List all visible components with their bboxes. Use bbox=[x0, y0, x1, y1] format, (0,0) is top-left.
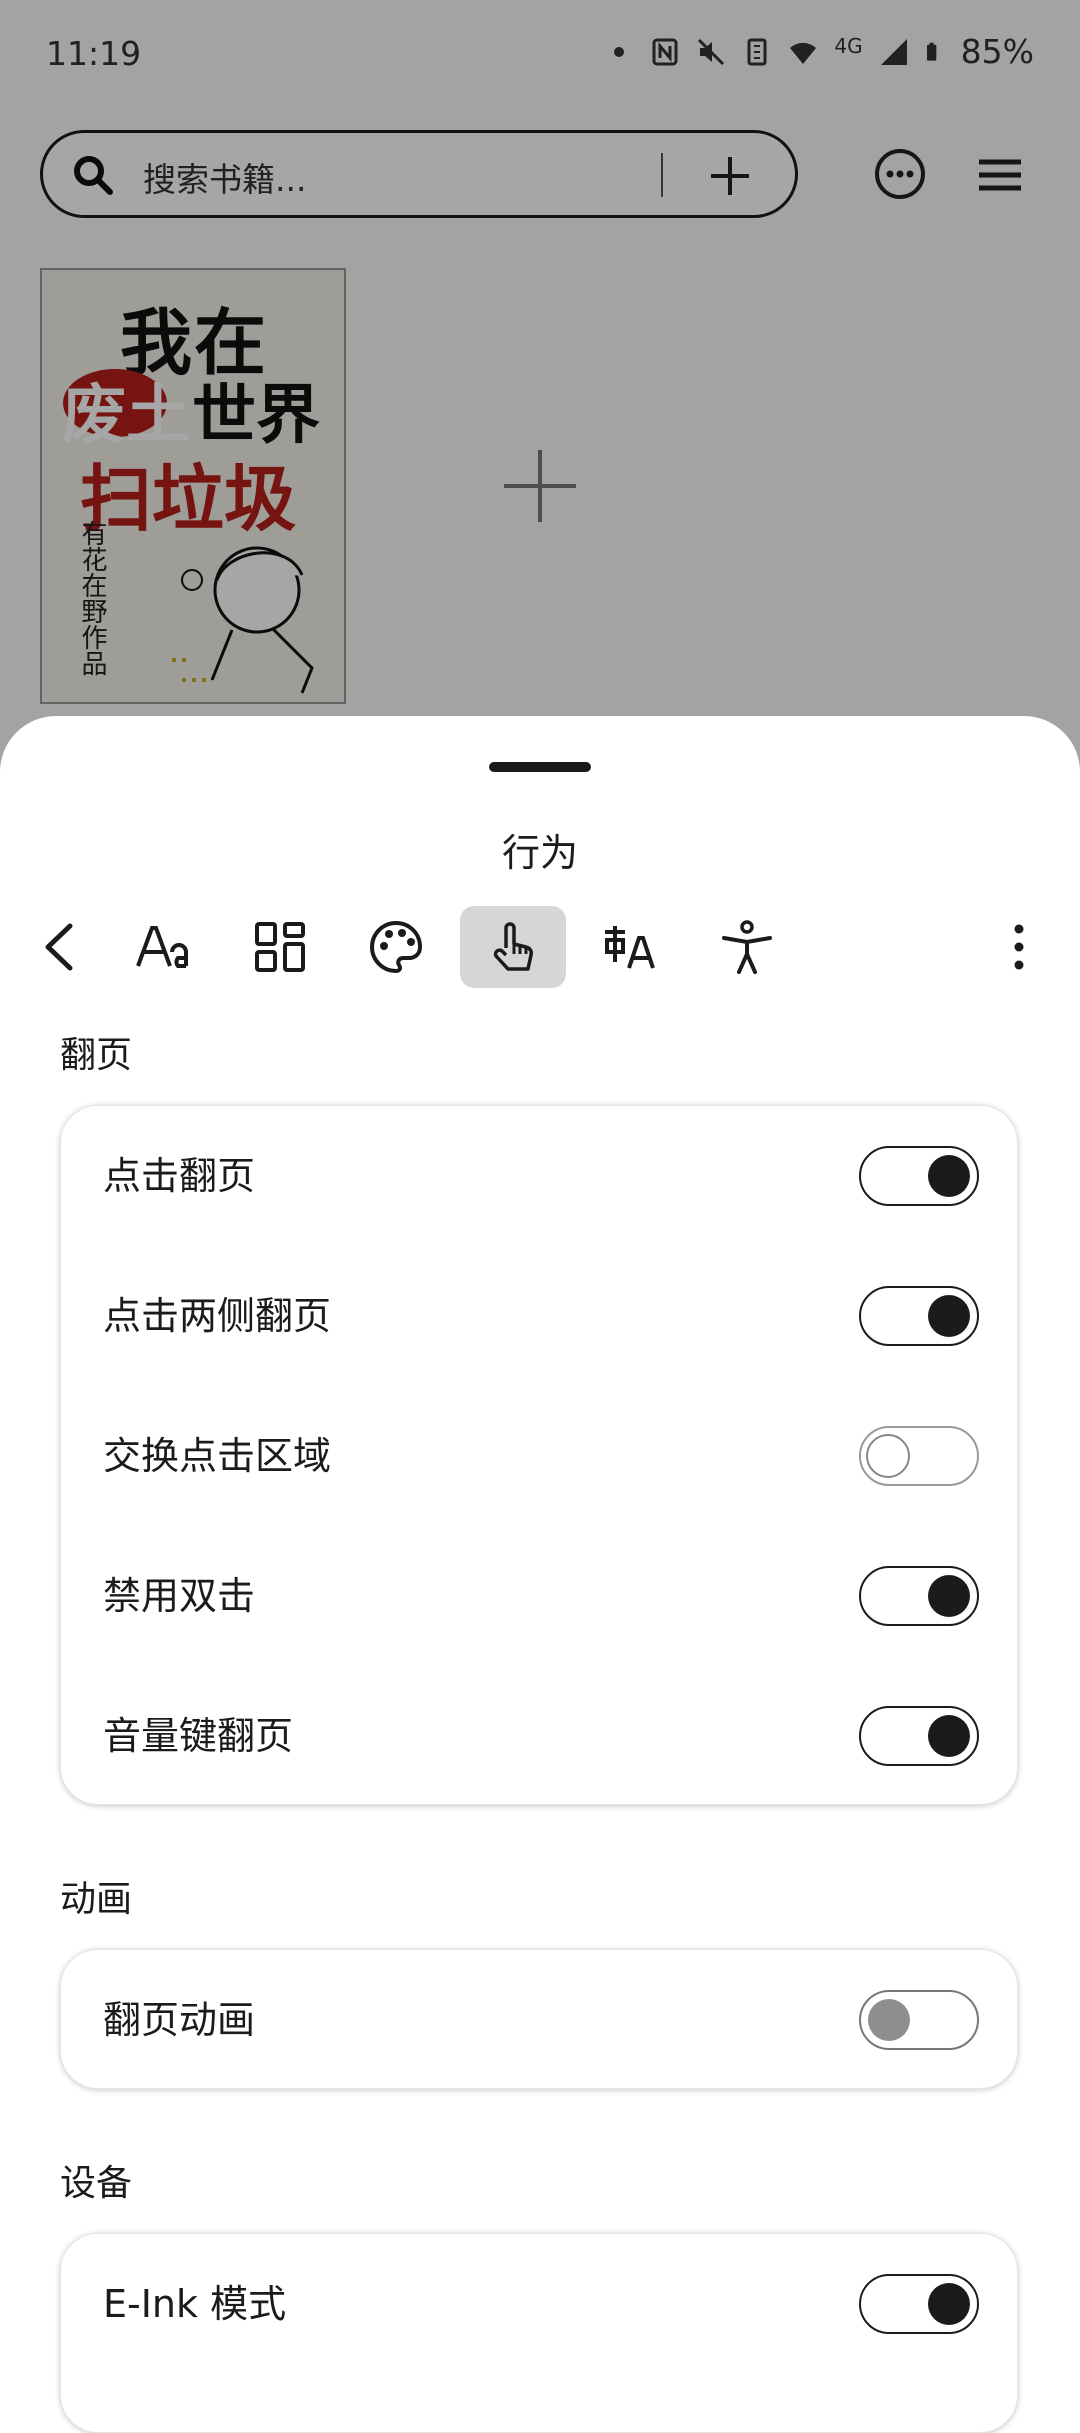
layout-grid-icon bbox=[255, 922, 305, 972]
settings-toolbar bbox=[0, 906, 1080, 988]
setting-label: 点击翻页 bbox=[103, 1154, 256, 1198]
toggle-knob bbox=[928, 1295, 970, 1337]
tab-behavior[interactable] bbox=[460, 906, 566, 988]
toggle-knob bbox=[928, 1715, 970, 1757]
setting-row-disable-double-tap[interactable]: 禁用双击 bbox=[61, 1526, 1019, 1666]
tab-theme[interactable] bbox=[343, 906, 449, 988]
toggle-switch[interactable] bbox=[859, 1566, 979, 1626]
toggle-knob bbox=[928, 1155, 970, 1197]
setting-row-volume-keys[interactable]: 音量键翻页 bbox=[61, 1666, 1019, 1806]
back-icon bbox=[45, 923, 73, 971]
setting-label: 翻页动画 bbox=[103, 1998, 256, 2042]
more-options-button[interactable] bbox=[966, 906, 1072, 988]
setting-row-tap-sides[interactable]: 点击两侧翻页 bbox=[61, 1246, 1019, 1386]
behavior-settings-sheet: 行为 翻页 点击翻页 点击两侧翻页 交换点击区域 禁用双击 音量键翻页 动画 翻… bbox=[0, 716, 1080, 2433]
setting-row-tap-to-turn[interactable]: 点击翻页 bbox=[61, 1106, 1019, 1246]
accessibility-icon bbox=[722, 920, 772, 974]
toggle-knob bbox=[866, 1434, 910, 1478]
setting-label: 交换点击区域 bbox=[103, 1434, 332, 1478]
translate-icon bbox=[605, 926, 655, 969]
toggle-knob bbox=[928, 1575, 970, 1617]
sheet-title: 行为 bbox=[501, 831, 578, 875]
toggle-switch[interactable] bbox=[859, 2274, 979, 2334]
setting-label: 禁用双击 bbox=[103, 1574, 256, 1618]
setting-label: 点击两侧翻页 bbox=[103, 1294, 332, 1338]
back-button[interactable] bbox=[8, 906, 114, 988]
toggle-switch[interactable] bbox=[859, 1286, 979, 1346]
tab-accessibility[interactable] bbox=[694, 906, 800, 988]
setting-label: E-Ink 模式 bbox=[103, 2282, 287, 2326]
setting-row-eink-mode[interactable]: E-Ink 模式 bbox=[61, 2234, 1019, 2374]
section-label-device: 设备 bbox=[60, 2163, 133, 2204]
tab-language[interactable] bbox=[577, 906, 683, 988]
section-label-animation: 动画 bbox=[60, 1879, 133, 1920]
touch-hand-icon bbox=[493, 922, 533, 971]
toggle-switch[interactable] bbox=[859, 1146, 979, 1206]
drag-handle[interactable] bbox=[489, 762, 591, 772]
font-icon bbox=[136, 926, 188, 968]
section-label-page-turn: 翻页 bbox=[60, 1035, 133, 1076]
setting-label: 音量键翻页 bbox=[103, 1714, 294, 1758]
palette-icon bbox=[370, 920, 423, 974]
toggle-knob bbox=[928, 2283, 970, 2325]
page-turn-card: 点击翻页 点击两侧翻页 交换点击区域 禁用双击 音量键翻页 bbox=[60, 1105, 1018, 1805]
animation-card: 翻页动画 bbox=[60, 1949, 1018, 2089]
tab-layout[interactable] bbox=[227, 906, 333, 988]
toggle-switch[interactable] bbox=[859, 1990, 979, 2050]
setting-row-page-animation[interactable]: 翻页动画 bbox=[61, 1950, 1019, 2090]
toggle-switch[interactable] bbox=[859, 1706, 979, 1766]
setting-row-swap-tap-areas[interactable]: 交换点击区域 bbox=[61, 1386, 1019, 1526]
toggle-switch[interactable] bbox=[859, 1426, 979, 1486]
toggle-knob bbox=[868, 1999, 910, 2041]
device-card: E-Ink 模式 bbox=[60, 2233, 1018, 2433]
more-vert-icon bbox=[1014, 924, 1024, 970]
tab-font[interactable] bbox=[110, 906, 216, 988]
